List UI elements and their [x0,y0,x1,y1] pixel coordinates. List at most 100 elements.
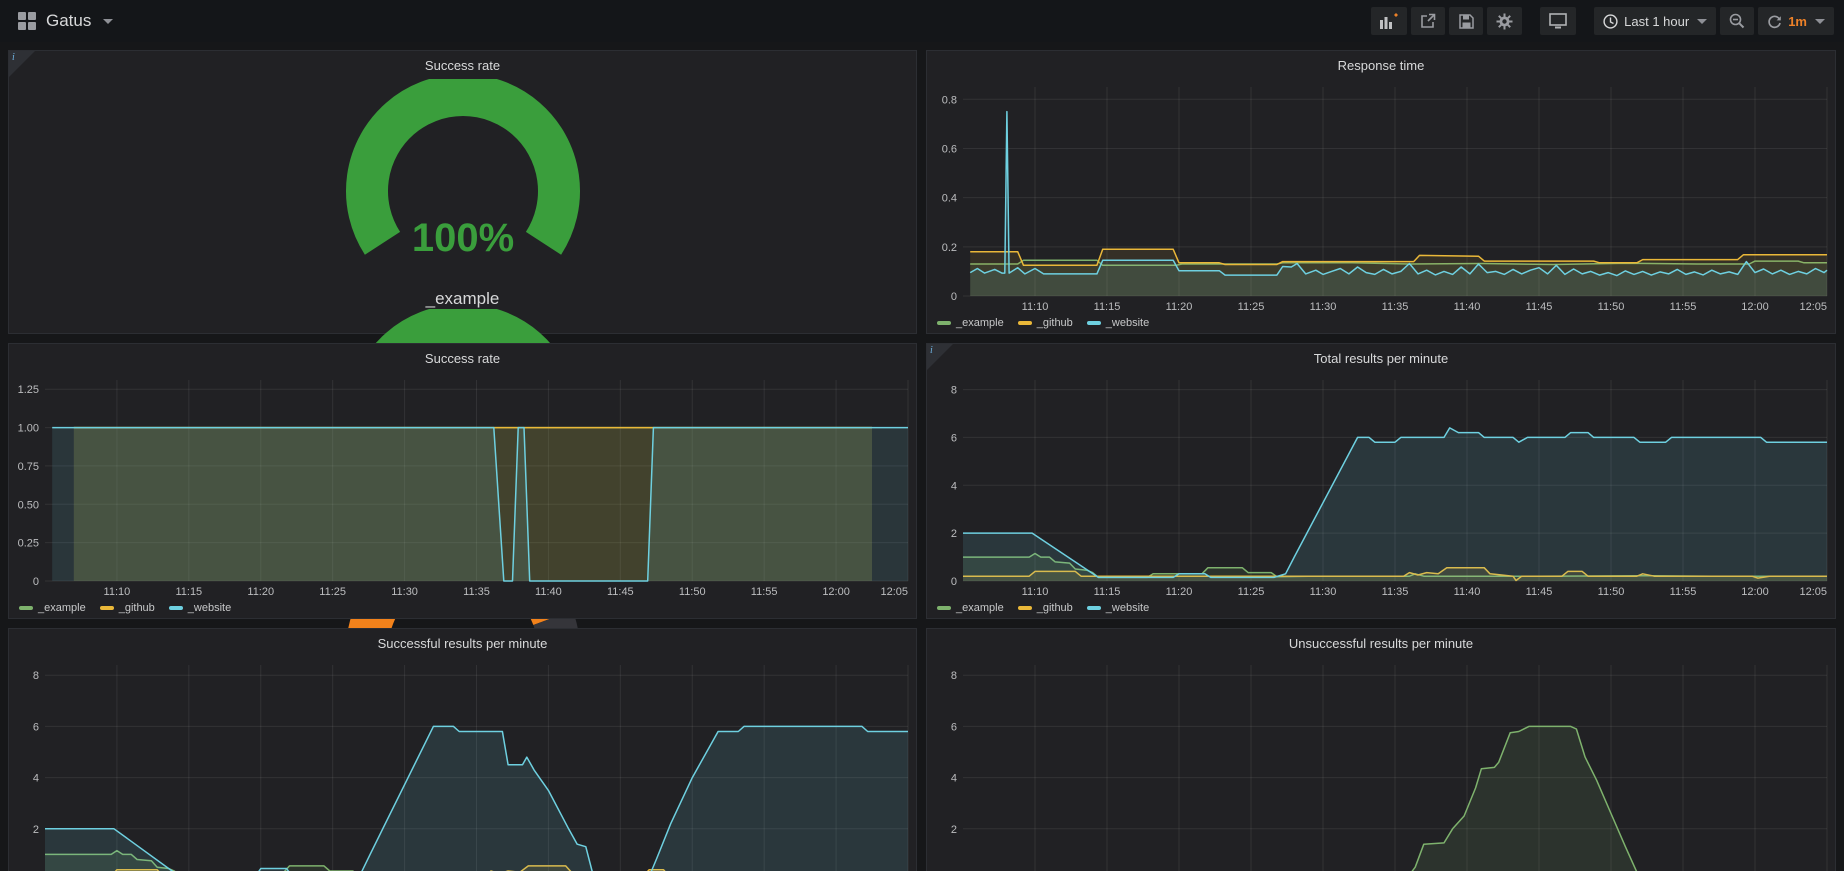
add-panel-button[interactable] [1371,7,1407,35]
svg-text:12:00: 12:00 [1741,301,1769,313]
total-results-chart: 0246811:1011:1511:2011:2511:3011:3511:40… [927,372,1835,618]
legend-item-_example[interactable]: _example [937,602,1004,614]
share-icon [1420,13,1436,29]
legend-item-_github[interactable]: _github [1018,317,1073,329]
svg-text:11:40: 11:40 [1454,586,1481,598]
svg-text:0: 0 [951,576,957,588]
gauge-_example[interactable]: 100% _example [313,79,613,309]
svg-text:11:15: 11:15 [175,586,202,598]
svg-text:0.8: 0.8 [942,94,957,106]
svg-text:11:20: 11:20 [1166,301,1193,313]
svg-text:4: 4 [33,773,39,785]
panel-success-rate-gauges: i Success rate 100%_example100%_github78… [8,50,917,334]
svg-text:11:10: 11:10 [1022,586,1049,598]
svg-text:11:50: 11:50 [1598,301,1625,313]
svg-text:0: 0 [33,576,39,588]
svg-text:11:50: 11:50 [679,586,706,598]
legend-item-_github[interactable]: _github [1018,602,1073,614]
save-icon [1459,14,1474,29]
legend-item-_website[interactable]: _website [1087,602,1149,614]
search-minus-icon [1729,13,1745,29]
svg-text:11:20: 11:20 [1166,586,1193,598]
svg-text:11:25: 11:25 [319,586,346,598]
panel-title[interactable]: Successful results per minute [9,629,916,657]
save-button[interactable] [1449,7,1483,35]
gauges-container: 100%_example100%_github78.34%_website [9,79,916,333]
svg-text:2: 2 [951,528,957,540]
svg-text:11:35: 11:35 [463,586,490,598]
svg-text:11:35: 11:35 [1382,586,1409,598]
dashboard-picker[interactable]: Gatus [10,7,121,35]
panel-title[interactable]: Response time [927,51,1835,79]
panel-success-rate-timeseries: Success rate 00.250.500.751.001.2511:101… [8,343,917,619]
svg-text:12:05: 12:05 [1799,586,1827,598]
refresh-interval-label: 1m [1788,14,1807,29]
plot-area[interactable]: 00.20.40.60.811:1011:1511:2011:2511:3011… [927,79,1835,313]
monitor-icon [1549,13,1567,29]
response-time-chart: 00.20.40.60.811:1011:1511:2011:2511:3011… [927,79,1835,333]
svg-text:11:10: 11:10 [104,586,131,598]
legend-item-_github[interactable]: _github [100,602,155,614]
svg-text:0.6: 0.6 [942,143,957,155]
svg-text:11:45: 11:45 [1526,301,1553,313]
legend-item-_website[interactable]: _website [1087,317,1149,329]
cycle-view-button[interactable] [1540,7,1576,35]
panel-title[interactable]: Success rate [9,51,916,79]
settings-button[interactable] [1487,7,1522,35]
svg-text:100%: 100% [411,216,513,260]
svg-text:8: 8 [951,670,957,682]
svg-text:11:55: 11:55 [1670,586,1697,598]
svg-text:11:45: 11:45 [1526,586,1553,598]
svg-text:0.4: 0.4 [942,193,957,205]
legend-item-_example[interactable]: _example [19,602,86,614]
refresh-button[interactable]: 1m [1758,7,1834,35]
svg-text:11:55: 11:55 [751,586,778,598]
legend: _example _github _website [927,313,1835,333]
time-range-picker[interactable]: Last 1 hour [1594,7,1716,35]
legend: _example _github _website [9,598,916,618]
svg-text:11:30: 11:30 [391,586,418,598]
panel-response-time: Response time 00.20.40.60.811:1011:1511:… [926,50,1836,334]
svg-text:11:10: 11:10 [1022,301,1049,313]
svg-text:6: 6 [951,721,957,733]
svg-text:11:40: 11:40 [1454,301,1481,313]
svg-text:0.50: 0.50 [18,499,39,511]
gauge-label: _example [426,289,500,309]
panel-title[interactable]: Unsuccessful results per minute [927,629,1835,657]
chevron-down-icon [1697,19,1707,24]
panel-title[interactable]: Success rate [9,344,916,372]
apps-grid-icon [18,12,36,30]
navbar: Gatus [0,0,1844,42]
svg-text:11:25: 11:25 [1238,586,1265,598]
legend: _example _github _website [927,598,1835,618]
panel-successful-results: Successful results per minute 0246811:10… [8,628,917,871]
svg-text:11:35: 11:35 [1382,301,1409,313]
legend-item-_website[interactable]: _website [169,602,231,614]
time-range-label: Last 1 hour [1624,14,1689,29]
chevron-down-icon [1815,19,1825,24]
panel-info-icon[interactable]: i [927,344,953,370]
plot-area[interactable]: 00.250.500.751.001.2511:1011:1511:2011:2… [9,372,916,598]
refresh-icon [1767,14,1782,29]
svg-text:11:45: 11:45 [607,586,634,598]
success-rate-chart: 00.250.500.751.001.2511:1011:1511:2011:2… [9,372,916,618]
svg-text:11:50: 11:50 [1598,586,1625,598]
panel-info-icon[interactable]: i [9,51,35,77]
svg-text:0: 0 [951,291,957,303]
svg-text:11:30: 11:30 [1310,301,1337,313]
plot-area[interactable]: 0246811:1011:1511:2011:2511:3011:3511:40… [9,657,916,871]
svg-text:11:15: 11:15 [1094,586,1121,598]
svg-text:12:05: 12:05 [1799,301,1827,313]
panel-title[interactable]: Total results per minute [927,344,1835,372]
svg-text:12:00: 12:00 [1741,586,1769,598]
svg-text:1.25: 1.25 [18,384,39,396]
clock-icon [1603,14,1618,29]
legend-item-_example[interactable]: _example [937,317,1004,329]
plot-area[interactable]: 0246811:1011:1511:2011:2511:3011:3511:40… [927,372,1835,598]
successful-results-chart: 0246811:1011:1511:2011:2511:3011:3511:40… [9,657,916,871]
zoom-out-button[interactable] [1720,7,1754,35]
svg-text:4: 4 [951,773,957,785]
svg-text:0.2: 0.2 [942,242,957,254]
plot-area[interactable]: 0246811:1011:1511:2011:2511:3011:3511:40… [927,657,1835,871]
share-button[interactable] [1411,7,1445,35]
